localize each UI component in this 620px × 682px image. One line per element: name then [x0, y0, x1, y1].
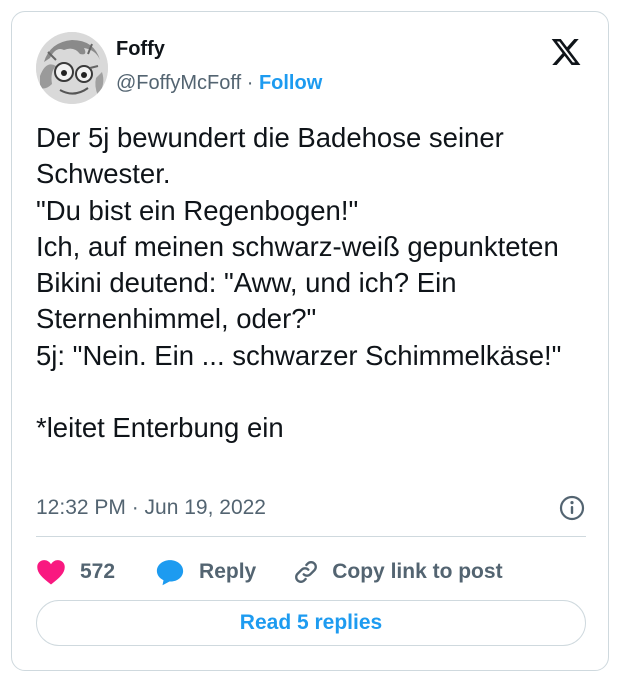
heart-icon — [37, 560, 65, 585]
author-handle-line: @FoffyMcFoff · Follow — [116, 72, 322, 95]
follow-button[interactable]: Follow — [259, 72, 322, 94]
author-name[interactable]: Foffy — [116, 38, 165, 61]
tweet-meta: 12:32 PM · Jun 19, 2022 — [36, 492, 586, 524]
tweet-timestamp[interactable]: 12:32 PM · Jun 19, 2022 — [36, 496, 266, 520]
tweet-text: Der 5j bewundert die Badehose seiner Sch… — [36, 122, 562, 444]
x-logo-icon[interactable] — [550, 36, 582, 68]
reply-button[interactable]: Reply — [155, 558, 256, 586]
like-button[interactable]: 572 — [36, 558, 115, 586]
read-replies-label: Read 5 replies — [239, 611, 383, 634]
speech-bubble-icon — [156, 560, 184, 586]
action-bar: 572 Reply Copy link to post — [36, 552, 503, 592]
copy-link-label: Copy link to post — [332, 560, 503, 583]
handle-separator: · — [241, 72, 259, 94]
tweet-card: Foffy @FoffyMcFoff · Follow Der 5j bewun… — [11, 11, 609, 671]
avatar-image — [36, 32, 108, 104]
divider — [36, 536, 586, 537]
link-icon — [295, 561, 318, 583]
reply-label: Reply — [199, 560, 257, 583]
author-handle[interactable]: @FoffyMcFoff — [116, 72, 241, 94]
avatar[interactable] — [36, 32, 108, 104]
like-count: 572 — [80, 560, 116, 583]
read-replies-button[interactable]: Read 5 replies — [36, 600, 586, 646]
copy-link-button[interactable]: Copy link to post — [292, 558, 503, 586]
info-icon[interactable] — [558, 494, 586, 522]
